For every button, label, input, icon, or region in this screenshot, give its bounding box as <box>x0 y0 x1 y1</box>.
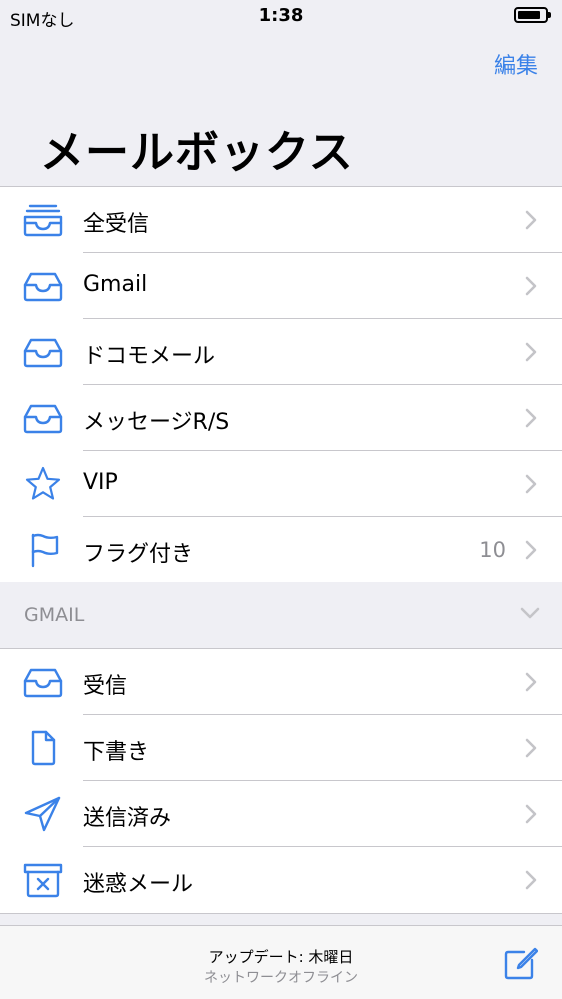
chevron-right-icon <box>525 540 537 560</box>
chevron-right-icon <box>525 276 537 296</box>
flag-icon <box>22 532 64 568</box>
chevron-right-icon <box>525 870 537 890</box>
mailbox-label: 全受信 <box>83 212 150 237</box>
compose-icon[interactable] <box>502 946 538 982</box>
folder-label: 下書き <box>83 740 150 765</box>
inbox-icon <box>22 664 64 700</box>
folder-label: 受信 <box>83 674 128 699</box>
mailbox-row-message-rs[interactable]: メッセージR/S <box>0 385 562 451</box>
star-icon <box>22 466 64 502</box>
gmail-section-header[interactable]: GMAIL <box>0 582 562 648</box>
chevron-right-icon <box>525 804 537 824</box>
battery-icon <box>514 7 551 23</box>
mailboxes-list: 全受信 Gmail ドコモメール メッセージR/S VIP フラグ付き 10 <box>0 186 562 584</box>
status-bar: SIMなし 1:38 <box>0 0 562 32</box>
clock: 1:38 <box>258 5 304 26</box>
folder-row-drafts[interactable]: 下書き <box>0 715 562 781</box>
junk-box-icon <box>22 862 64 898</box>
mailbox-label: フラグ付き <box>83 542 194 567</box>
gmail-folders-list: 受信 下書き 送信済み 迷惑メール <box>0 648 562 914</box>
mailbox-label: VIP <box>83 470 118 495</box>
flagged-count-badge: 10 <box>479 538 506 562</box>
chevron-down-icon[interactable] <box>520 606 540 620</box>
folder-label: 迷惑メール <box>83 872 194 897</box>
last-update-text: アップデート: 木曜日 <box>208 948 354 966</box>
folder-label: 送信済み <box>83 806 172 831</box>
mailbox-label: Gmail <box>83 272 148 297</box>
chevron-right-icon <box>525 738 537 758</box>
bottom-toolbar: アップデート: 木曜日 ネットワークオフライン <box>0 925 562 999</box>
mailbox-label: ドコモメール <box>83 344 216 369</box>
mailbox-row-docomo-mail[interactable]: ドコモメール <box>0 319 562 385</box>
mailbox-row-all-inboxes[interactable]: 全受信 <box>0 187 562 253</box>
chevron-right-icon <box>525 342 537 362</box>
mailbox-row-flagged[interactable]: フラグ付き 10 <box>0 517 562 583</box>
edit-button[interactable]: 編集 <box>494 48 538 80</box>
document-icon <box>22 730 64 766</box>
paper-plane-icon <box>22 796 64 832</box>
mailbox-label: メッセージR/S <box>83 410 230 435</box>
inbox-icon <box>22 268 64 304</box>
chevron-right-icon <box>525 210 537 230</box>
chevron-right-icon <box>525 408 537 428</box>
inbox-icon <box>22 400 64 436</box>
folder-row-inbox[interactable]: 受信 <box>0 649 562 715</box>
chevron-right-icon <box>525 672 537 692</box>
page-title: メールボックス <box>40 127 354 178</box>
mailbox-row-gmail[interactable]: Gmail <box>0 253 562 319</box>
folder-row-sent[interactable]: 送信済み <box>0 781 562 847</box>
section-title: GMAIL <box>24 604 85 626</box>
navigation-bar: 編集 メールボックス <box>0 32 562 186</box>
inbox-icon <box>22 334 64 370</box>
all-inboxes-icon <box>22 202 64 238</box>
mailbox-row-vip[interactable]: VIP <box>0 451 562 517</box>
folder-row-junk[interactable]: 迷惑メール <box>0 847 562 913</box>
network-status-text: ネットワークオフライン <box>204 970 358 986</box>
chevron-right-icon <box>525 474 537 494</box>
